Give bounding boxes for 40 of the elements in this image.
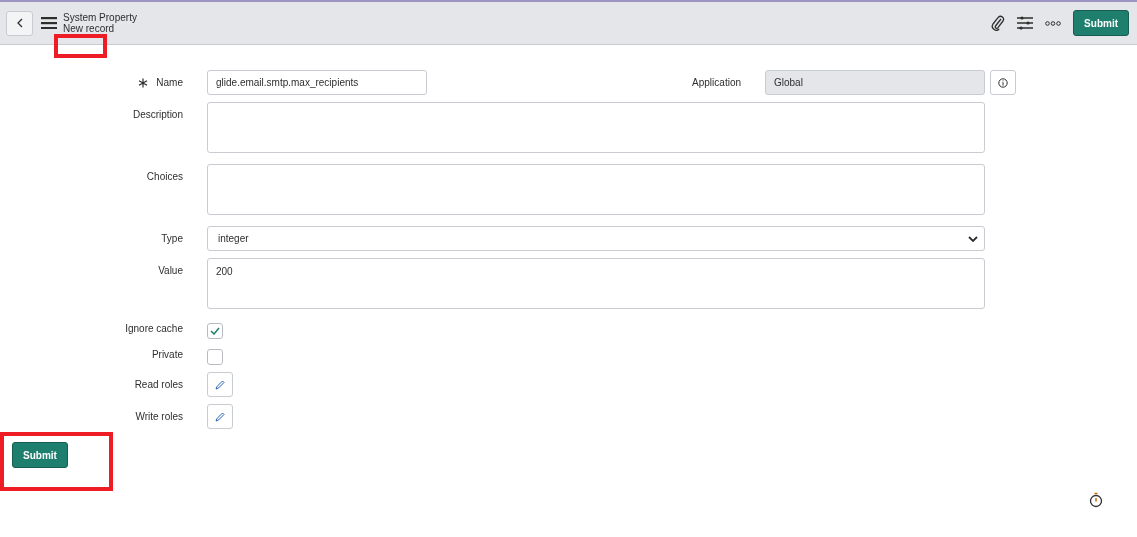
checkbox[interactable] (207, 349, 223, 365)
info-icon (998, 77, 1008, 88)
settings-button[interactable] (1017, 15, 1034, 31)
field-label: Name (156, 77, 183, 88)
field-label: Description (132, 109, 183, 120)
application-field[interactable]: Global (765, 70, 985, 95)
attachment-button[interactable] (991, 15, 1006, 31)
submit-button[interactable]: Submit (1073, 10, 1129, 36)
type-select[interactable]: integer (207, 226, 985, 251)
field-label: Application (692, 77, 741, 88)
highlight-frame (54, 34, 107, 58)
back-icon (16, 18, 23, 28)
field-label: Read roles (134, 379, 183, 390)
name-field[interactable]: glide.email.smtp.max_recipients (207, 70, 427, 95)
more-button[interactable] (1045, 20, 1062, 26)
field-label: Write roles (135, 411, 183, 422)
stopwatch-icon (1089, 492, 1103, 508)
paperclip-icon (991, 15, 1006, 31)
more-icon (1045, 20, 1062, 26)
field-label: Choices (146, 171, 183, 182)
field-label: Type (161, 233, 183, 244)
field-label: Value (158, 265, 183, 276)
menu-icon (41, 17, 57, 29)
chevron-down-icon (968, 235, 978, 242)
field-label: Private (151, 349, 183, 360)
record-type: System Property (63, 12, 137, 23)
text-area[interactable]: 200 (207, 258, 985, 309)
record-title: New record (63, 23, 115, 34)
info-button[interactable] (990, 70, 1016, 95)
submit-button[interactable]: Submit (12, 442, 68, 468)
pencil-icon (215, 411, 225, 422)
field-label: Ignore cache (125, 323, 183, 334)
sliders-icon (1017, 15, 1034, 31)
edit-roles-button[interactable] (207, 404, 233, 429)
checkbox[interactable] (207, 323, 223, 339)
checkmark-icon (210, 327, 220, 335)
edit-roles-button[interactable] (207, 372, 233, 397)
menu-button[interactable] (41, 17, 57, 29)
pencil-icon (215, 379, 225, 390)
back-button[interactable] (6, 10, 33, 36)
